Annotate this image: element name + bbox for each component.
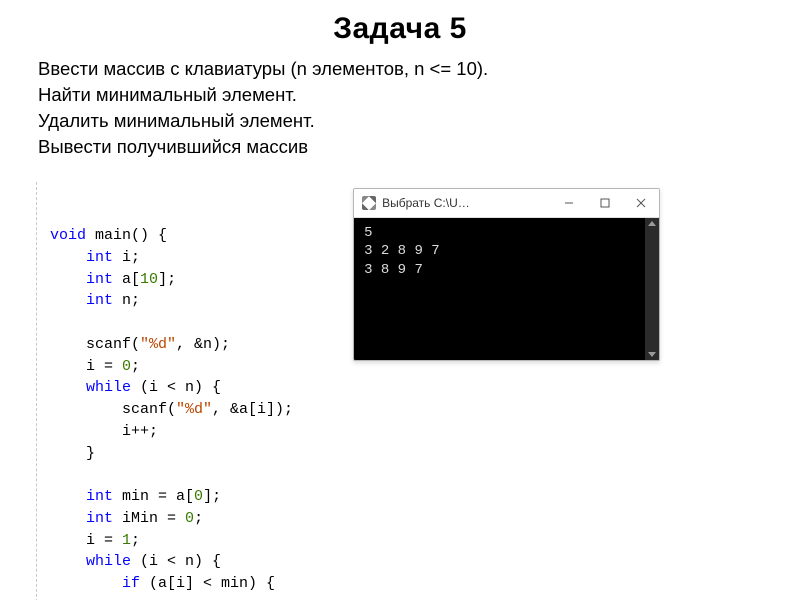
console-line: 3 8 9 7 bbox=[364, 262, 423, 278]
code-token: scanf( bbox=[122, 401, 176, 418]
task-line: Удалить минимальный элемент. bbox=[38, 108, 770, 134]
console-output: 5 3 2 8 9 7 3 8 9 7 bbox=[354, 218, 659, 360]
task-description: Ввести массив с клавиатуры (n элементов,… bbox=[0, 56, 800, 160]
close-button[interactable] bbox=[623, 189, 659, 217]
code-token: while bbox=[86, 553, 131, 570]
code-token: main() { bbox=[86, 227, 167, 244]
code-token: ]; bbox=[158, 271, 176, 288]
code-token: n; bbox=[113, 292, 140, 309]
code-token: int bbox=[86, 292, 113, 309]
code-token: min = a[ bbox=[113, 488, 194, 505]
code-token: ; bbox=[131, 532, 140, 549]
scroll-up-icon[interactable] bbox=[648, 221, 656, 226]
code-token: i = bbox=[86, 358, 122, 375]
code-token: , &n); bbox=[176, 336, 230, 353]
code-token: 0 bbox=[194, 488, 203, 505]
code-token: while bbox=[86, 379, 131, 396]
code-token: scanf( bbox=[86, 336, 140, 353]
code-token: "%d" bbox=[176, 401, 212, 418]
code-token: ]; bbox=[203, 488, 221, 505]
code-listing: void main() { int i; int a[10]; int n; s… bbox=[50, 182, 293, 600]
code-token: if bbox=[122, 575, 140, 592]
scrollbar[interactable] bbox=[645, 218, 659, 360]
code-token: (i < n) { bbox=[131, 379, 221, 396]
code-token: int bbox=[86, 249, 113, 266]
code-token: 0 bbox=[122, 358, 131, 375]
task-line: Найти минимальный элемент. bbox=[38, 82, 770, 108]
code-token: a[ bbox=[113, 271, 140, 288]
code-token: } bbox=[86, 445, 95, 462]
console-line: 3 2 8 9 7 bbox=[364, 243, 440, 259]
code-token: , &a[i]); bbox=[212, 401, 293, 418]
code-token: 10 bbox=[140, 271, 158, 288]
code-token: "%d" bbox=[140, 336, 176, 353]
code-token: i++; bbox=[122, 423, 158, 440]
code-token: int bbox=[86, 510, 113, 527]
app-icon bbox=[362, 196, 376, 210]
code-token: i; bbox=[113, 249, 140, 266]
code-token: int bbox=[86, 271, 113, 288]
maximize-button[interactable] bbox=[587, 189, 623, 217]
code-token: i = bbox=[86, 532, 122, 549]
code-token: 1 bbox=[122, 532, 131, 549]
code-token: (a[i] < min) { bbox=[140, 575, 275, 592]
window-title: Выбрать C:\U… bbox=[382, 196, 470, 210]
scroll-down-icon[interactable] bbox=[648, 352, 656, 357]
window-titlebar: Выбрать C:\U… bbox=[354, 189, 659, 218]
code-token: 0 bbox=[185, 510, 194, 527]
console-line: 5 bbox=[364, 225, 372, 241]
task-line: Вывести получившийся массив bbox=[38, 134, 770, 160]
code-token: iMin = bbox=[113, 510, 185, 527]
code-token: (i < n) { bbox=[131, 553, 221, 570]
console-window: Выбрать C:\U… 5 3 2 8 9 7 3 8 9 7 bbox=[353, 188, 660, 361]
minimize-button[interactable] bbox=[551, 189, 587, 217]
task-line: Ввести массив с клавиатуры (n элементов,… bbox=[38, 56, 770, 82]
page-title: Задача 5 bbox=[0, 0, 800, 56]
code-token: ; bbox=[194, 510, 203, 527]
code-token: void bbox=[50, 227, 86, 244]
code-token: ; bbox=[131, 358, 140, 375]
code-token: int bbox=[86, 488, 113, 505]
